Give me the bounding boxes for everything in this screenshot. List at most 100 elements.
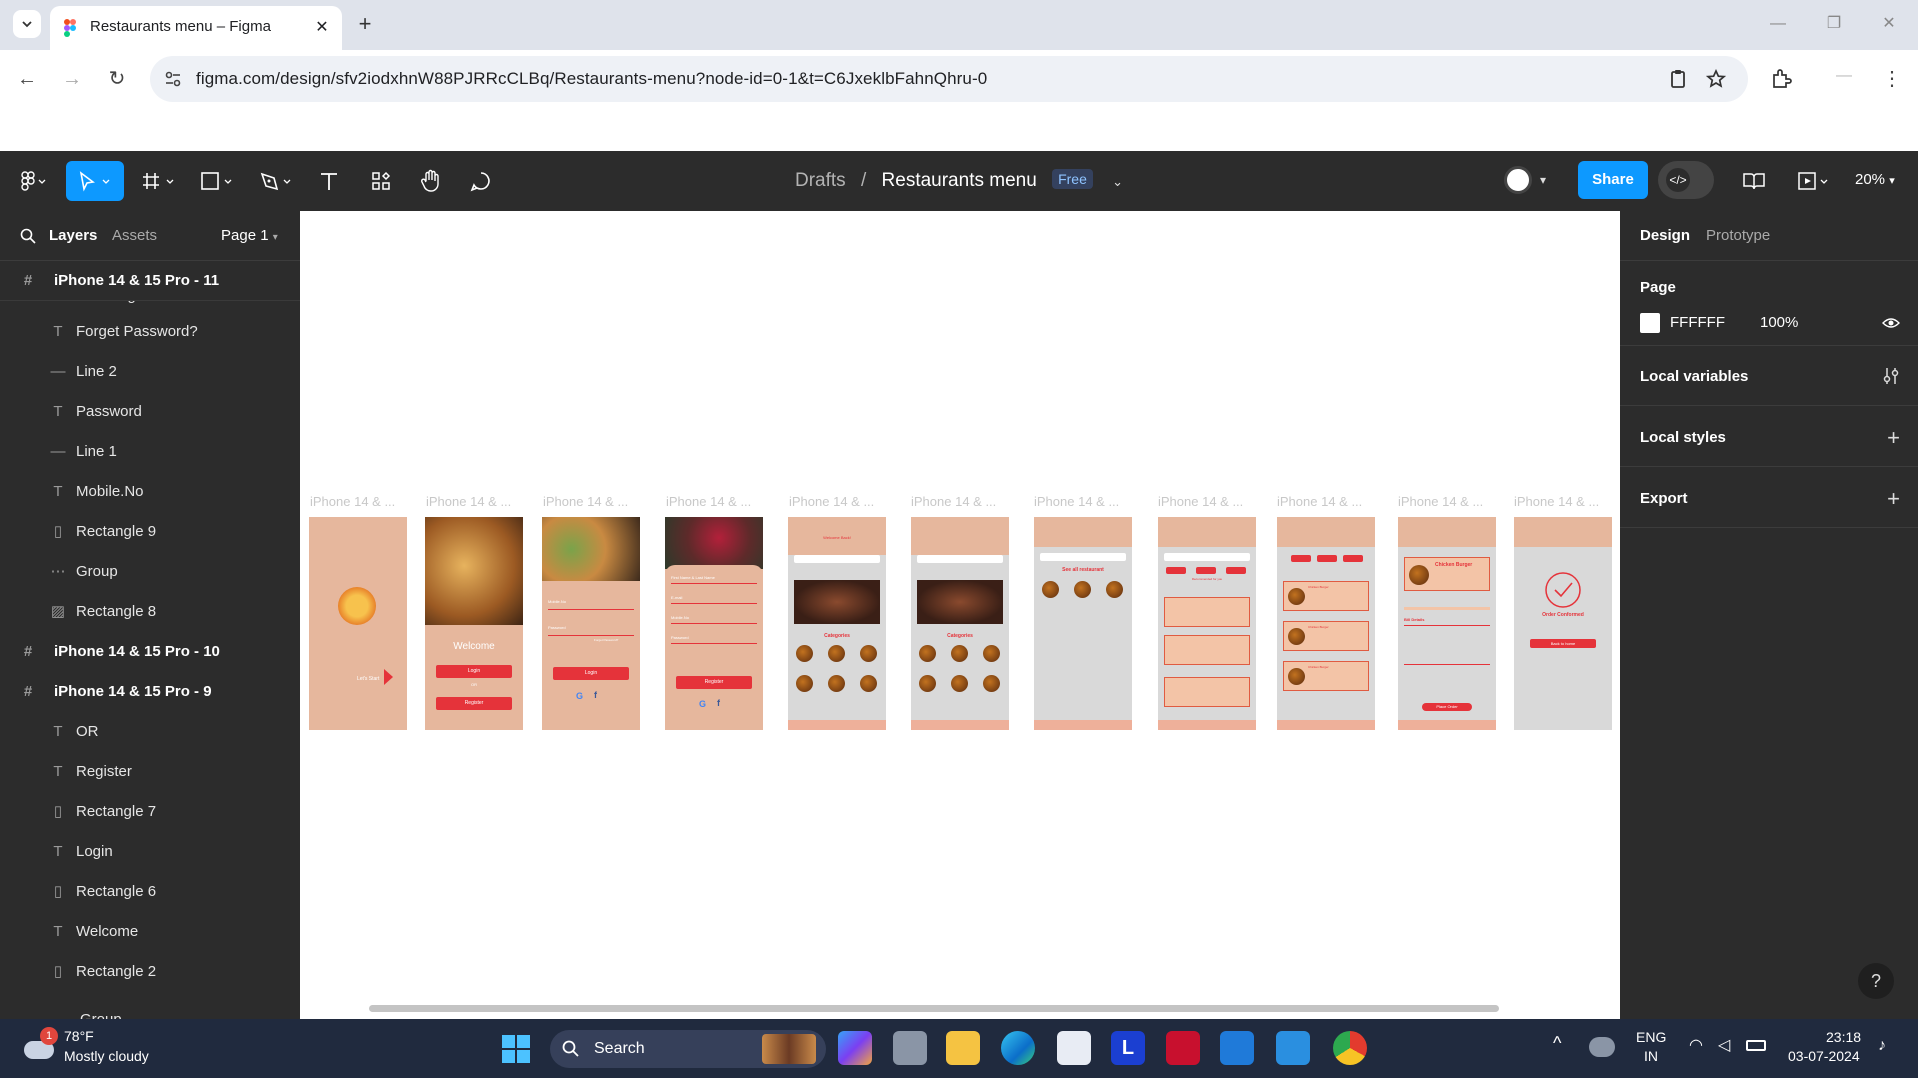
frame-label[interactable]: iPhone 14 & ... [1277, 494, 1362, 509]
export-section[interactable]: Export + [1620, 468, 1918, 528]
app-icon[interactable] [1220, 1031, 1254, 1065]
frame-home-variant[interactable]: Categories [911, 517, 1009, 730]
search-field[interactable] [794, 555, 880, 563]
shape-tool-button[interactable] [196, 161, 242, 201]
dev-mode-toggle[interactable]: </> [1658, 161, 1714, 199]
file-name[interactable]: Restaurants menu [882, 170, 1037, 191]
dish-card[interactable]: Chicken Burger [1283, 581, 1369, 611]
frame-label[interactable]: iPhone 14 & ... [789, 494, 874, 509]
mcafee-icon[interactable] [1166, 1031, 1200, 1065]
language-top[interactable]: ENG [1636, 1029, 1666, 1045]
tab-prototype[interactable]: Prototype [1706, 227, 1770, 244]
move-tool-button[interactable] [66, 161, 124, 201]
frame-label[interactable]: iPhone 14 & ... [543, 494, 628, 509]
present-icon[interactable] [1797, 171, 1833, 191]
local-styles-section[interactable]: Local styles + [1620, 407, 1918, 467]
cart-item-card[interactable]: Chicken Burger [1404, 557, 1490, 591]
login-button[interactable]: Login [553, 667, 629, 680]
layer-row[interactable]: ▯ Rectangle 6 [0, 871, 300, 911]
category-item[interactable] [860, 645, 877, 662]
library-book-icon[interactable] [1742, 171, 1766, 191]
restaurant-item[interactable] [1042, 581, 1059, 598]
onedrive-icon[interactable] [1589, 1037, 1615, 1057]
eye-icon[interactable] [1882, 317, 1900, 329]
search-field[interactable] [1164, 553, 1250, 561]
frame-label[interactable]: iPhone 14 & ... [666, 494, 751, 509]
layer-row[interactable]: ▯ Rectangle 2 [0, 951, 300, 991]
layer-row[interactable]: ▨ Rectangle 8 [0, 591, 300, 631]
comment-tool-button[interactable] [466, 161, 496, 201]
menu-card[interactable] [1164, 677, 1250, 707]
dish-card[interactable]: Chicken Burger [1283, 661, 1369, 691]
facebook-icon[interactable]: f [594, 690, 597, 700]
pen-tool-button[interactable] [255, 161, 301, 201]
place-order-button[interactable]: Place Order [1422, 703, 1472, 711]
dish-card[interactable]: Chicken Burger [1283, 621, 1369, 651]
category-item[interactable] [828, 675, 845, 692]
tab-close-icon[interactable]: ✕ [312, 18, 332, 38]
layer-row[interactable]: T Welcome [0, 911, 300, 951]
layer-row[interactable]: T Login [0, 831, 300, 871]
layer-row[interactable]: ▯ Rectangle 7 [0, 791, 300, 831]
category-item[interactable] [860, 675, 877, 692]
category-item[interactable] [796, 645, 813, 662]
google-icon[interactable]: G [699, 699, 706, 709]
layer-row[interactable]: T Password [0, 391, 300, 431]
volume-icon[interactable]: ◁ [1718, 1035, 1730, 1055]
design-canvas[interactable]: iPhone 14 & ... iPhone 14 & ... iPhone 1… [300, 211, 1620, 1019]
frame-label[interactable]: iPhone 14 & ... [1398, 494, 1483, 509]
tray-overflow-icon[interactable]: ^ [1553, 1033, 1561, 1054]
new-tab-button[interactable]: + [352, 12, 378, 38]
search-icon[interactable] [20, 228, 36, 244]
hand-tool-button[interactable] [416, 161, 446, 201]
local-variables-section[interactable]: Local variables [1620, 346, 1918, 406]
filter-chip[interactable] [1317, 555, 1337, 562]
frame-label[interactable]: iPhone 14 & ... [310, 494, 395, 509]
category-item[interactable] [983, 675, 1000, 692]
filter-chip[interactable] [1343, 555, 1363, 562]
add-export-icon[interactable]: + [1887, 486, 1900, 512]
lenovo-app-icon[interactable]: L [1111, 1031, 1145, 1065]
frame-tool-button[interactable] [138, 161, 184, 201]
frame-label[interactable]: iPhone 14 & ... [1034, 494, 1119, 509]
frame-dish-list[interactable]: Chicken Burger Chicken Burger Chicken Bu… [1277, 517, 1375, 730]
weather-widget[interactable]: 1 [20, 1027, 60, 1067]
register-button[interactable]: Register [676, 676, 752, 689]
clock-time[interactable]: 23:18 [1826, 1029, 1861, 1045]
file-menu-chevron-icon[interactable]: ⌄ [1112, 174, 1123, 189]
frame-restaurants[interactable]: See all restaurant [1034, 517, 1132, 730]
category-item[interactable] [919, 645, 936, 662]
layer-row[interactable]: — Line 2 [0, 351, 300, 391]
frame-menu-list[interactable]: Recommended for you [1158, 517, 1256, 730]
minimize-icon[interactable]: — [1763, 10, 1793, 38]
windows-start-icon[interactable] [502, 1035, 530, 1063]
login-button[interactable]: Login [436, 665, 512, 678]
restaurant-item[interactable] [1074, 581, 1091, 598]
search-field[interactable] [917, 555, 1003, 563]
category-item[interactable] [919, 675, 936, 692]
frame-welcome[interactable]: Welcome Login OR Register [425, 517, 523, 730]
page-opacity[interactable]: 100% [1760, 314, 1798, 331]
frame-cart[interactable]: Chicken Burger Bill Details Place Order [1398, 517, 1496, 730]
tab-assets[interactable]: Assets [112, 227, 157, 244]
close-window-icon[interactable]: ✕ [1874, 10, 1904, 38]
category-item[interactable] [983, 645, 1000, 662]
multiplayer-avatar-button[interactable]: ▾ [1504, 161, 1568, 199]
layer-row[interactable]: T Register [0, 751, 300, 791]
layer-row[interactable]: ▯ Rectangle 9 [0, 511, 300, 551]
main-menu-button[interactable] [14, 161, 54, 201]
page-color-hex[interactable]: FFFFFF [1670, 314, 1725, 331]
notification-bell-icon[interactable]: ♪ [1878, 1037, 1886, 1055]
vscode-icon[interactable] [1276, 1031, 1310, 1065]
frame-order-confirmed[interactable]: Order Conformed Back to home [1514, 517, 1612, 730]
search-field[interactable] [1040, 553, 1126, 561]
bookmark-star-icon[interactable] [1706, 69, 1726, 89]
extensions-icon[interactable] [1770, 68, 1792, 90]
file-explorer-icon[interactable] [946, 1031, 980, 1065]
add-style-icon[interactable]: + [1887, 425, 1900, 451]
google-icon[interactable]: G [576, 691, 583, 701]
restaurant-item[interactable] [1106, 581, 1123, 598]
category-item[interactable] [796, 675, 813, 692]
help-button[interactable]: ? [1858, 963, 1894, 999]
forget-password-link[interactable]: Forget Password? [594, 638, 618, 642]
